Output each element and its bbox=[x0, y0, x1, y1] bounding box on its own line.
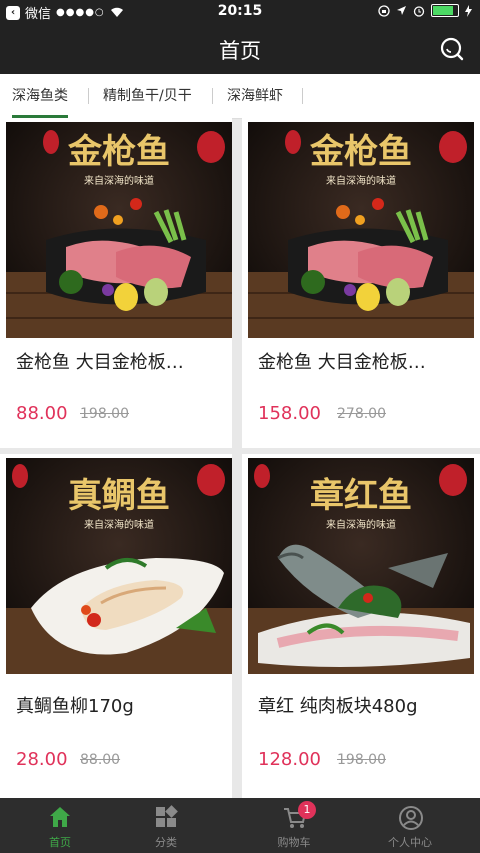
product-card[interactable]: 金枪鱼 来自深海的味道 金枪鱼 大目金枪板… 88.00 198.00 bbox=[0, 118, 232, 448]
bottom-tab-bar: 首页 分类 1 购物车 个人中心 bbox=[0, 798, 480, 853]
tabbar-label: 首页 bbox=[49, 836, 71, 849]
product-card[interactable]: 金枪鱼 来自深海的味道 金枪鱼 大目金枪板… 158.00 278.00 bbox=[242, 118, 480, 448]
charging-icon bbox=[465, 4, 472, 17]
product-grid: 金枪鱼 来自深海的味道 金枪鱼 大目金枪板… 88.00 198.00 金枪鱼 … bbox=[0, 118, 480, 798]
tabbar-category[interactable]: 分类 bbox=[106, 798, 226, 853]
product-name[interactable]: 真鲷鱼柳170g bbox=[16, 692, 222, 718]
product-name[interactable]: 金枪鱼 大目金枪板… bbox=[258, 348, 464, 374]
product-original-price: 198.00 bbox=[337, 752, 386, 768]
tabbar-home[interactable]: 首页 bbox=[0, 798, 120, 853]
product-original-price: 278.00 bbox=[337, 406, 386, 422]
tab-divider bbox=[302, 88, 303, 104]
product-name[interactable]: 章红 纯肉板块480g bbox=[258, 692, 464, 718]
product-card[interactable]: 真鲷鱼 来自深海的味道 真鲷鱼柳170g 28.00 88.00 bbox=[0, 454, 232, 798]
product-banner-tagline: 来自深海的味道 bbox=[326, 176, 396, 187]
product-name[interactable]: 金枪鱼 大目金枪板… bbox=[16, 348, 222, 374]
battery-icon bbox=[431, 4, 459, 17]
tabbar-profile[interactable]: 个人中心 bbox=[350, 798, 470, 853]
product-banner-title: 章红鱼 bbox=[310, 476, 412, 516]
product-banner-title: 金枪鱼 bbox=[68, 132, 170, 172]
product-card[interactable]: 章红鱼 来自深海的味道 章红 纯肉板块480g 128.00 198.00 bbox=[242, 454, 480, 798]
status-bar: ‹ 微信 ●●●●○ 20:15 bbox=[0, 0, 480, 24]
tab-deep-sea-fish[interactable]: 深海鱼类 bbox=[12, 74, 68, 118]
product-original-price: 88.00 bbox=[80, 752, 121, 768]
location-icon bbox=[397, 6, 406, 15]
tabbar-label: 分类 bbox=[155, 836, 177, 849]
product-price: 128.00 bbox=[258, 749, 321, 770]
product-banner-tagline: 来自深海的味道 bbox=[84, 520, 154, 531]
alarm-icon bbox=[413, 5, 425, 17]
product-price: 28.00 bbox=[16, 749, 68, 770]
search-icon[interactable] bbox=[438, 36, 464, 62]
category-icon bbox=[156, 805, 178, 827]
product-banner-title: 金枪鱼 bbox=[310, 132, 412, 172]
tab-dried-fish-shellfish[interactable]: 精制鱼干/贝干 bbox=[103, 74, 192, 118]
nav-bar: 首页 bbox=[0, 24, 480, 74]
cart-badge: 1 bbox=[298, 801, 316, 819]
product-banner-title: 真鲷鱼 bbox=[68, 476, 170, 516]
user-icon bbox=[399, 806, 423, 830]
tab-deep-sea-shrimp[interactable]: 深海鲜虾 bbox=[227, 74, 283, 118]
category-tabs: 深海鱼类 精制鱼干/贝干 深海鲜虾 bbox=[0, 74, 480, 119]
tabbar-label: 购物车 bbox=[277, 836, 311, 849]
rotation-lock-icon bbox=[378, 4, 390, 17]
product-banner-tagline: 来自深海的味道 bbox=[84, 176, 154, 187]
product-price: 88.00 bbox=[16, 403, 68, 424]
tabbar-label: 个人中心 bbox=[388, 836, 432, 849]
product-price: 158.00 bbox=[258, 403, 321, 424]
product-original-price: 198.00 bbox=[80, 406, 129, 422]
product-banner-tagline: 来自深海的味道 bbox=[326, 520, 396, 531]
home-icon bbox=[50, 807, 70, 827]
tab-divider bbox=[88, 88, 89, 104]
tab-divider bbox=[212, 88, 213, 104]
page-title: 首页 bbox=[219, 39, 261, 63]
tabbar-cart[interactable]: 1 购物车 bbox=[234, 798, 354, 853]
